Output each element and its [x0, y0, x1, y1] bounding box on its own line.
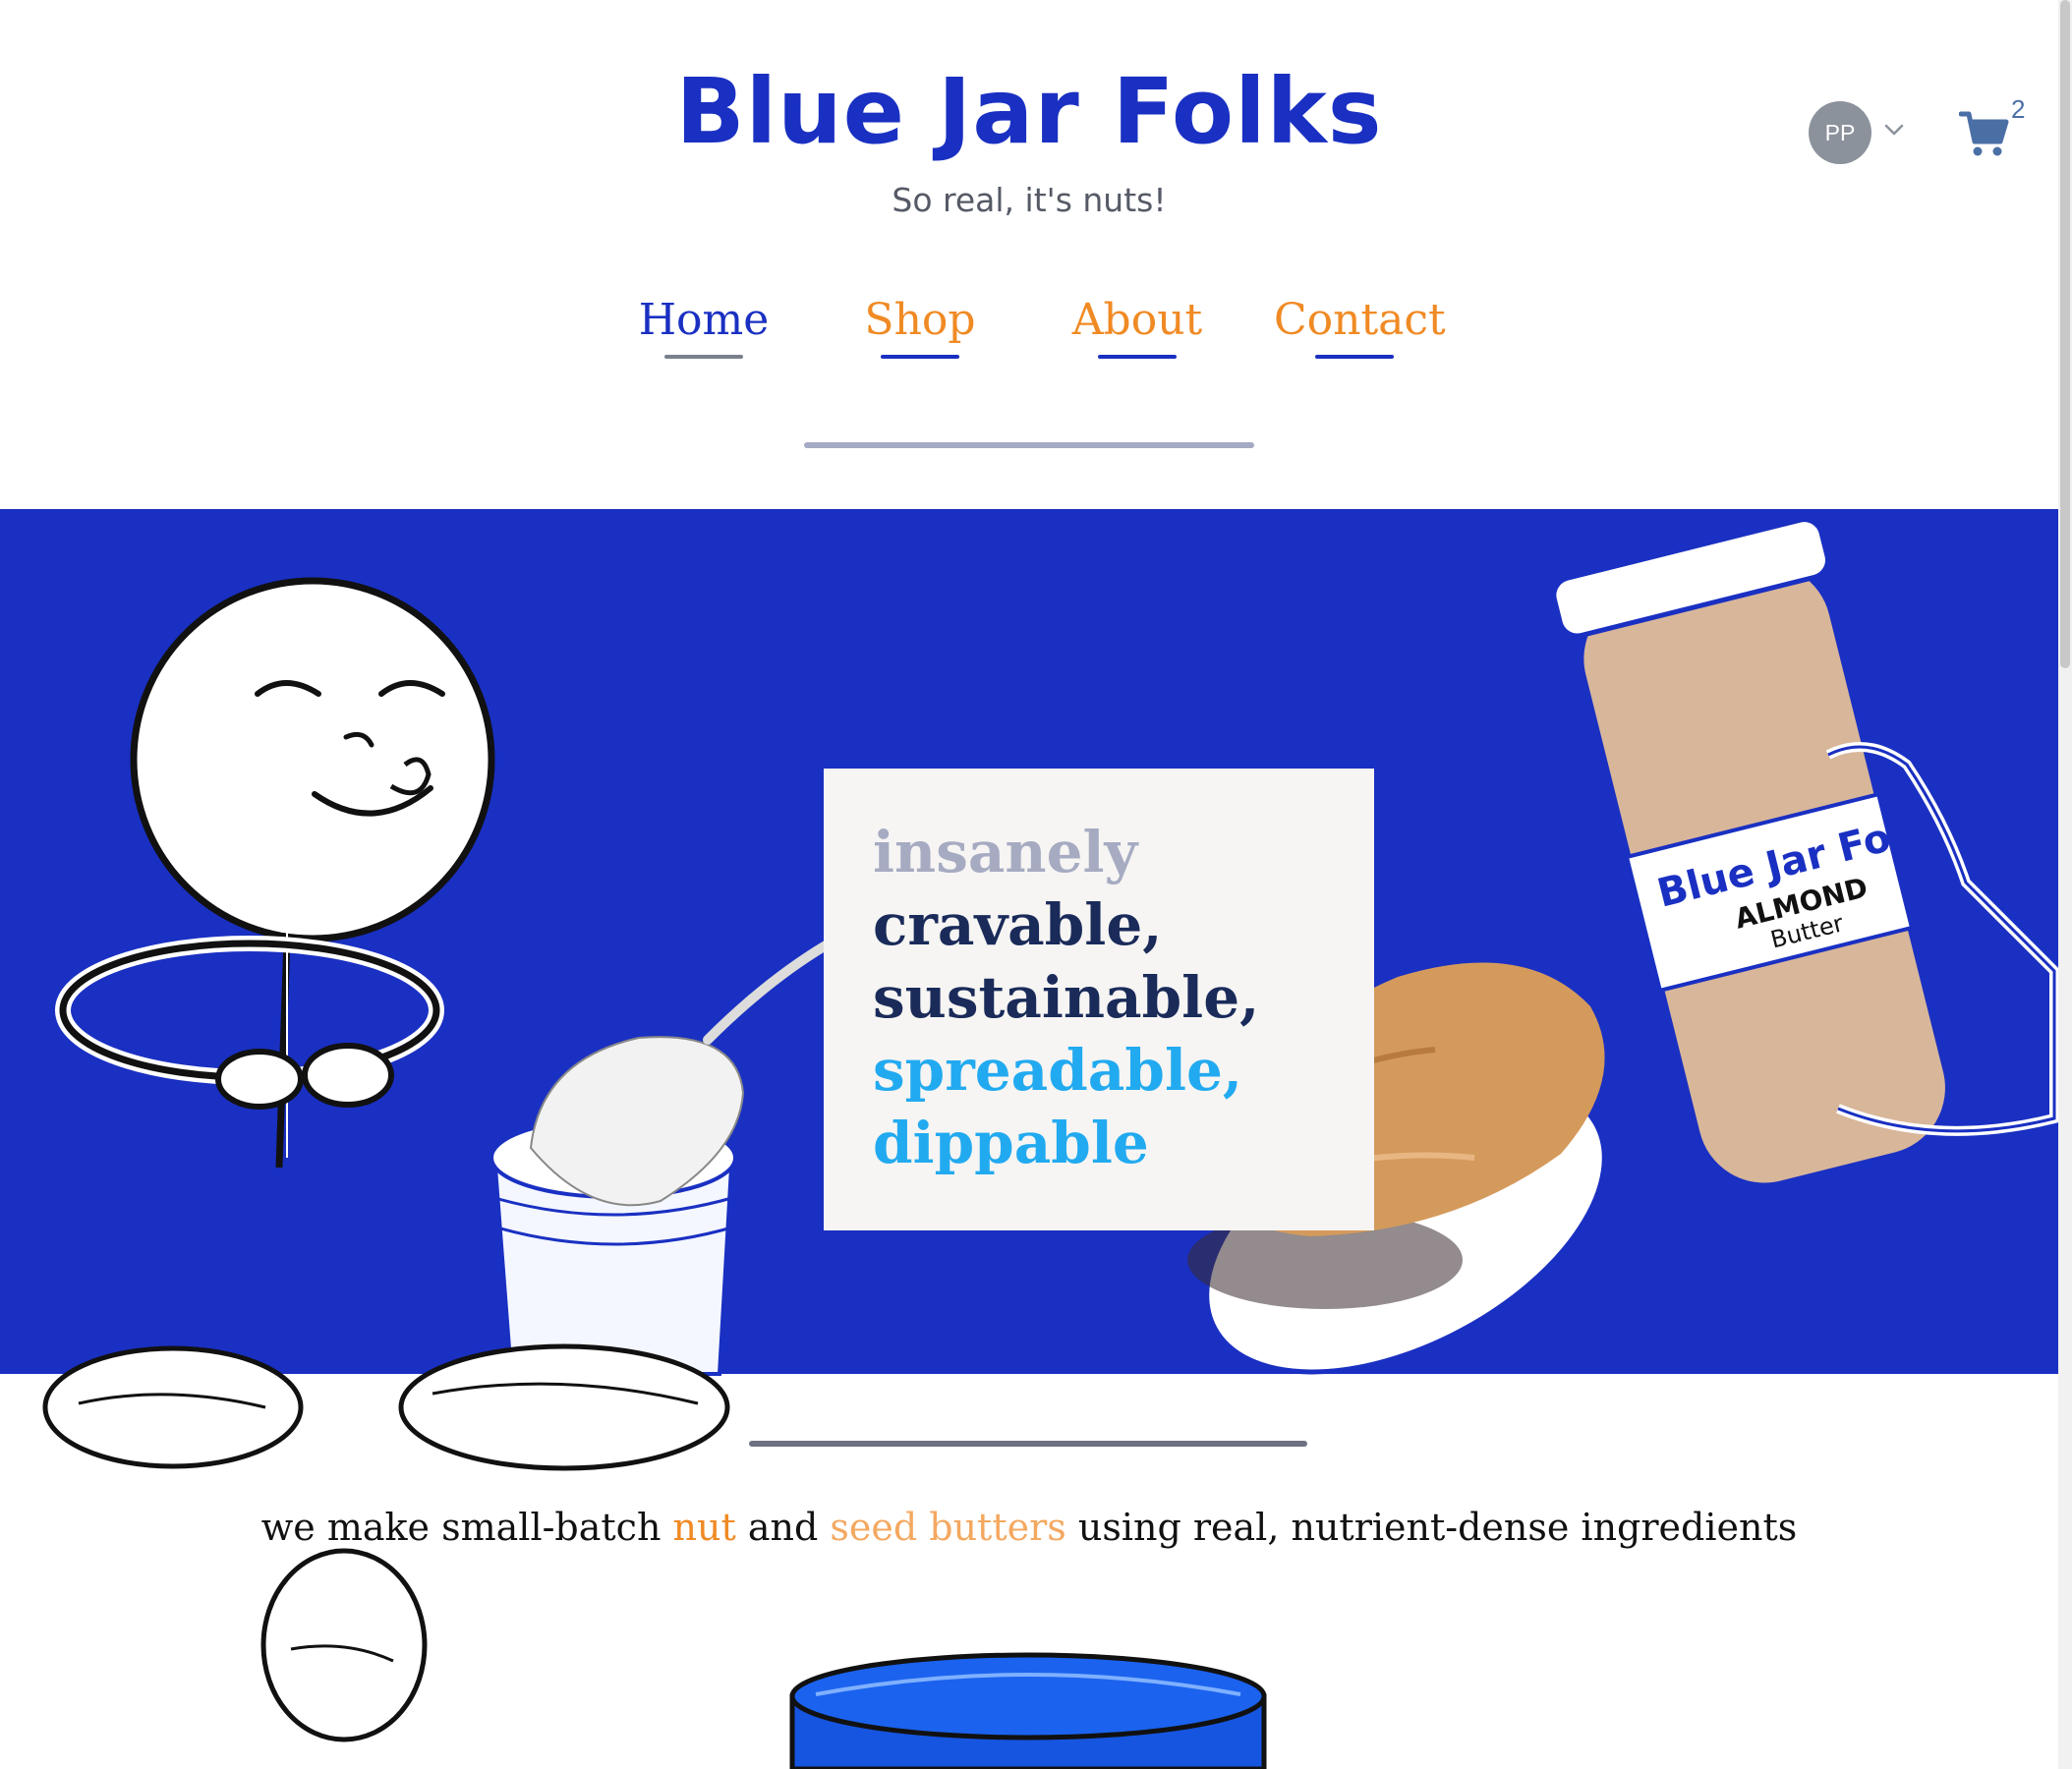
nav-shop-label: Shop — [864, 295, 976, 345]
chevron-down-icon[interactable] — [1883, 122, 1905, 138]
brand-title[interactable]: Blue Jar Folks — [0, 59, 2058, 164]
mission-text-1: we make small-batch — [260, 1506, 673, 1549]
mission-highlight-seed-butters: seed butters — [830, 1506, 1066, 1549]
nav-about[interactable]: About — [1071, 295, 1203, 359]
hero-tagline-card: insanely cravable, sustainable, spreadab… — [824, 769, 1374, 1230]
nav-shop-underline — [881, 355, 959, 359]
shopping-cart-icon[interactable] — [1959, 108, 2010, 159]
main-nav: Home Shop About Contact — [0, 295, 2058, 364]
mission-text-3: using real, nutrient-dense ingredients — [1065, 1506, 1798, 1549]
hero-word-dippable: dippable — [873, 1110, 1149, 1176]
nav-home-label: Home — [638, 295, 770, 345]
nav-shop[interactable]: Shop — [855, 295, 985, 359]
nav-contact-label: Contact — [1274, 295, 1446, 345]
nav-home-underline — [664, 355, 743, 359]
mission-statement: we make small-batch nut and seed butters… — [0, 1506, 2058, 1549]
mission-highlight-nut: nut — [672, 1506, 736, 1549]
section-divider-mid — [749, 1441, 1307, 1447]
tagline: So real, it's nuts! — [892, 181, 1167, 219]
account-avatar[interactable]: PP — [1809, 101, 1871, 164]
hero-word-sustainable: sustainable, — [873, 964, 1260, 1031]
blue-jar-illustration — [789, 1652, 1267, 1769]
section-divider — [804, 442, 1254, 448]
cart-count-badge: 2 — [2011, 94, 2026, 124]
hero-word-insanely: insanely — [873, 819, 1138, 885]
hero-word-cravable: cravable, — [873, 891, 1163, 958]
stick-figure-illustration — [55, 577, 495, 1169]
almond-butter-jar-illustration: Blue Jar Folks ALMOND Butter — [1551, 517, 2058, 1188]
mission-text-2: and — [735, 1506, 831, 1549]
nav-contact[interactable]: Contact — [1274, 295, 1446, 359]
hero-word-spreadable: spreadable, — [873, 1037, 1243, 1104]
scrollbar-thumb[interactable] — [2060, 0, 2070, 668]
account-initials: PP — [1824, 119, 1856, 145]
nav-contact-underline — [1315, 355, 1394, 359]
nav-about-underline — [1098, 355, 1177, 359]
nav-about-label: About — [1071, 295, 1203, 345]
nav-home[interactable]: Home — [629, 295, 778, 359]
yogurt-jar-illustration — [489, 941, 831, 1376]
